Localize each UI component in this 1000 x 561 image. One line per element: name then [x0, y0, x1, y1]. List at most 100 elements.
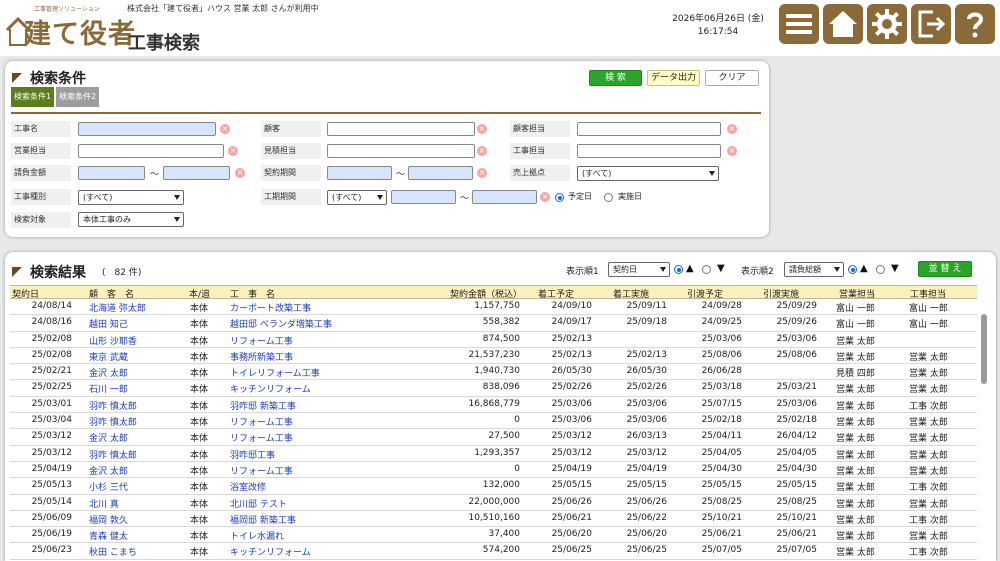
sort2-desc-radio[interactable]	[876, 265, 885, 274]
cell-koji-name-link[interactable]: カーポート改築工事	[230, 301, 440, 314]
radio-actual-date[interactable]	[604, 193, 613, 202]
koji-type-select[interactable]: (すべて)	[78, 190, 184, 205]
cell-customer-link[interactable]: 石川 一郎	[89, 382, 184, 395]
customer-staff-input[interactable]	[577, 122, 721, 136]
cell-koji-name-link[interactable]: 北川邸 テスト	[230, 497, 440, 510]
estimate-staff-clear-icon[interactable]: ×	[477, 146, 487, 156]
sort1-desc-radio[interactable]	[702, 265, 711, 274]
contract-amount-to-input[interactable]	[163, 166, 230, 180]
koji-period-clear-icon[interactable]: ×	[540, 192, 550, 202]
sales-staff-input[interactable]	[78, 144, 224, 158]
cell-main-add: 本体	[190, 418, 209, 429]
cell-koji-name-link[interactable]: リフォーム工事	[230, 464, 440, 477]
table-row[interactable]: 25/03/04 羽咋 慎太郎 本体 リフォーム工事 0 25/03/06 25/03/06…	[10, 413, 977, 430]
table-row[interactable]: 25/04/19 金沢 太郎 本体 リフォーム工事 0 25/04/19 25/04/19 2…	[10, 462, 977, 479]
cell-koji-name-link[interactable]: 羽咋邸 新築工事	[230, 399, 440, 412]
table-row[interactable]: 25/05/13 小杉 三代 本体 浴室改修 132,000 25/05/15 25/05/…	[10, 478, 977, 495]
table-row[interactable]: 25/06/19 青森 健太 本体 トイレ水漏れ 37,400 25/06/20 25/06…	[10, 527, 977, 544]
contract-period-to-input[interactable]	[408, 166, 473, 180]
cell-koji-name-link[interactable]: リフォーム工事	[230, 415, 440, 428]
cell-customer-link[interactable]: 秋田 こまち	[89, 545, 184, 558]
cell-koji-name-link[interactable]: 浴室改修	[230, 480, 440, 493]
cell-koji-name-link[interactable]: 越田邸 ベランダ増築工事	[230, 317, 440, 330]
cell-customer-link[interactable]: 羽咋 慎太郎	[89, 399, 184, 412]
cell-customer-link[interactable]: 小杉 三代	[89, 480, 184, 493]
table-row[interactable]: 25/03/01 羽咋 慎太郎 本体 羽咋邸 新築工事 16,868,779 25/03/…	[10, 397, 977, 414]
contract-amount-from-input[interactable]	[78, 166, 145, 180]
contract-amount-clear-icon[interactable]: ×	[235, 168, 245, 178]
cell-koji-name-link[interactable]: キッチンリフォーム	[230, 545, 440, 558]
logout-button[interactable]	[911, 4, 951, 44]
settings-button[interactable]	[867, 4, 907, 44]
cell-sales-staff: 営業 太郎	[836, 352, 875, 363]
cell-koji-name-link[interactable]: 福岡邸 新築工事	[230, 513, 440, 526]
table-row[interactable]: 25/03/12 羽咋 慎太郎 本体 羽咋邸工事 1,293,357 25/03/12 25…	[10, 446, 977, 462]
contract-period-from-input[interactable]	[327, 166, 392, 180]
cell-koji-name-link[interactable]: リフォーム工事	[230, 334, 440, 347]
tab-conditions-1[interactable]: 検索条件1	[11, 87, 55, 107]
table-row[interactable]: 25/06/09 福岡 敦久 本体 福岡邸 新築工事 10,510,160 25/06/2…	[10, 511, 977, 528]
cell-koji-name-link[interactable]: 羽咋邸工事	[230, 448, 440, 461]
sort1-select[interactable]: 契約日	[608, 262, 670, 277]
table-row[interactable]: 25/02/25 石川 一郎 本体 キッチンリフォーム 838,096 25/02/26 2…	[10, 380, 977, 397]
results-scrollbar[interactable]	[981, 314, 987, 384]
sort1-asc-radio[interactable]	[674, 265, 683, 274]
cell-customer-link[interactable]: 金沢 太郎	[89, 366, 184, 379]
menu-button[interactable]	[779, 4, 819, 44]
cell-customer-link[interactable]: 福岡 敦久	[89, 513, 184, 526]
sales-staff-clear-icon[interactable]: ×	[228, 146, 238, 156]
table-row[interactable]: 25/02/08 東京 武蔵 本体 事務所新築工事 21,537,230 25/02/13…	[10, 348, 977, 365]
cell-customer-link[interactable]: 北海道 弥太郎	[89, 301, 184, 314]
search-target-select[interactable]: 本体工事のみ	[78, 212, 184, 227]
cell-customer-link[interactable]: 青森 健太	[89, 529, 184, 542]
cell-koji-name-link[interactable]: 事務所新築工事	[230, 350, 440, 363]
logo[interactable]: 工事管理ソリューション 建て役者	[4, 2, 135, 50]
reorder-button[interactable]: 並 替 え	[918, 261, 972, 277]
contract-period-clear-icon[interactable]: ×	[477, 168, 487, 178]
customer-input[interactable]	[327, 122, 475, 136]
koji-period-tilde: ～	[460, 194, 470, 204]
koji-staff-clear-icon[interactable]: ×	[727, 146, 737, 156]
koji-name-clear-icon[interactable]: ×	[220, 124, 230, 134]
table-row[interactable]: 24/08/14 北海道 弥太郎 本体 カーポート改築工事 1,157,750 24/09…	[10, 299, 977, 316]
cell-customer-link[interactable]: 山形 沙耶香	[89, 334, 184, 347]
cell-customer-link[interactable]: 羽咋 慎太郎	[89, 415, 184, 428]
sort2-select[interactable]: 請負総額	[784, 262, 844, 277]
home-button[interactable]	[823, 4, 863, 44]
table-row[interactable]: 24/08/16 越田 知己 本体 越田邸 ベランダ増築工事 558,382 24/09/…	[10, 315, 977, 332]
export-button[interactable]: データ出力	[647, 70, 700, 86]
table-row[interactable]: 25/02/21 金沢 太郎 本体 トイレリフォーム工事 1,940,730 26/05/…	[10, 364, 977, 381]
customer-clear-icon[interactable]: ×	[477, 124, 487, 134]
cell-contract-amount: 0	[514, 463, 520, 474]
cell-customer-link[interactable]: 越田 知己	[89, 317, 184, 330]
koji-name-input[interactable]	[78, 122, 216, 136]
koji-staff-input[interactable]	[577, 144, 721, 158]
cell-koji-name-link[interactable]: キッチンリフォーム	[230, 382, 440, 395]
koji-period-to-input[interactable]	[472, 190, 537, 204]
clear-button[interactable]: クリア	[705, 70, 759, 86]
koji-period-select[interactable]: (すべて)	[327, 190, 387, 205]
sort2-asc-radio[interactable]	[848, 265, 857, 274]
search-button[interactable]: 検 索	[589, 70, 642, 86]
cell-main-add: 本体	[190, 304, 209, 314]
cell-customer-link[interactable]: 金沢 太郎	[89, 431, 184, 444]
cell-koji-name-link[interactable]: リフォーム工事	[230, 431, 440, 444]
tab-conditions-2[interactable]: 検索条件2	[56, 87, 100, 107]
cell-koji-name-link[interactable]: トイレリフォーム工事	[230, 366, 440, 379]
cell-koji-name-link[interactable]: トイレ水漏れ	[230, 529, 440, 542]
company-user-line: 株式会社「建て役者」ハウス 営業 太郎 さんが利用中	[127, 4, 319, 13]
cell-customer-link[interactable]: 東京 武蔵	[89, 350, 184, 363]
table-row[interactable]: 25/02/08 山形 沙耶香 本体 リフォーム工事 874,500 25/02/13 25…	[10, 332, 977, 348]
table-row[interactable]: 25/05/14 北川 真本体 北川邸 テスト 22,000,000 25/06/26 2…	[10, 495, 977, 511]
customer-staff-clear-icon[interactable]: ×	[727, 124, 737, 134]
table-row[interactable]: 25/03/12 金沢 太郎 本体 リフォーム工事 27,500 25/03/12 26/0…	[10, 429, 977, 446]
sales-base-select[interactable]: (すべて)	[577, 166, 719, 181]
help-button[interactable]	[955, 4, 995, 44]
cell-customer-link[interactable]: 北川 真	[89, 497, 184, 510]
radio-planned-date[interactable]	[555, 193, 564, 202]
table-row[interactable]: 25/06/23 秋田 こまち 本体 キッチンリフォーム 574,200 25/06/25…	[10, 543, 977, 560]
estimate-staff-input[interactable]	[327, 144, 475, 158]
cell-customer-link[interactable]: 金沢 太郎	[89, 464, 184, 477]
cell-customer-link[interactable]: 羽咋 慎太郎	[89, 448, 184, 461]
koji-period-from-input[interactable]	[391, 190, 456, 204]
